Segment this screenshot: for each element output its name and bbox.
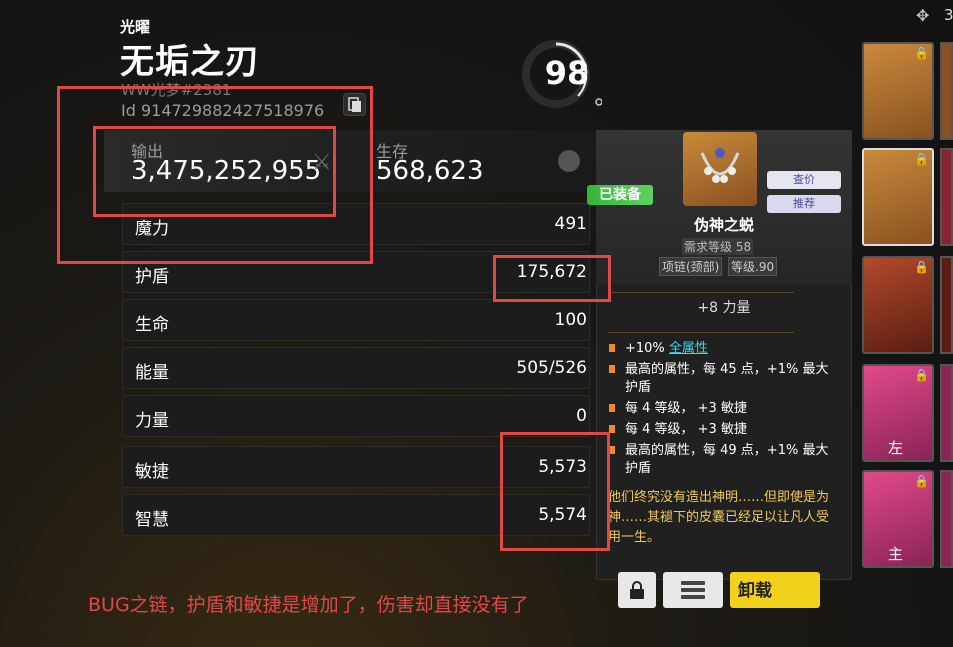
- slot-label: 左: [888, 439, 904, 457]
- annotation-box: [93, 126, 336, 217]
- inventory-slot-partial[interactable]: [940, 470, 953, 568]
- shield-icon: [558, 150, 580, 172]
- stat-name: 智慧: [135, 510, 169, 530]
- stat-value: 0: [576, 406, 587, 426]
- stat-name: 力量: [135, 411, 169, 431]
- item-required-level: 需求等级 58: [682, 238, 754, 255]
- menu-icon: [681, 581, 705, 599]
- divider: [608, 332, 794, 333]
- slot-label: 主: [888, 545, 904, 563]
- stat-row: 能量 505/526: [122, 347, 590, 389]
- item-affix: 最高的属性，每 45 点，+1% 最大护盾: [609, 361, 837, 397]
- inventory-slot[interactable]: 🔒: [862, 42, 934, 140]
- item-affix: 每 4 等级， +3 敏捷: [609, 400, 837, 418]
- stat-value: 100: [554, 310, 587, 330]
- stat-name: 能量: [135, 363, 169, 383]
- item-name: 伪神之蜕: [693, 216, 754, 234]
- recommend-button[interactable]: 推荐: [767, 195, 841, 213]
- stat-name: 敏捷: [135, 462, 169, 482]
- necklace-icon: [683, 132, 757, 206]
- compass-icon[interactable]: ✥: [916, 6, 929, 25]
- inventory-slot-selected[interactable]: 🔒: [862, 148, 934, 246]
- stat-value: 505/526: [516, 358, 587, 378]
- affix-bullet-icon: [609, 404, 615, 412]
- affix-text: 最高的属性，每 49 点，+1% 最大护盾: [625, 443, 829, 476]
- affix-link[interactable]: 全属性: [669, 341, 708, 356]
- stat-row: 生命 100: [122, 299, 590, 341]
- inventory-slot-partial[interactable]: [940, 42, 953, 140]
- character-level: 98: [544, 54, 590, 92]
- equipped-badge: 已装备: [587, 185, 653, 205]
- item-affix: 每 4 等级， +3 敏捷: [609, 421, 837, 439]
- item-type: 项链(颈部): [659, 257, 723, 276]
- inventory-slot[interactable]: 🔒 左: [862, 364, 934, 462]
- affix-bullet-icon: [609, 365, 615, 373]
- item-affix: 最高的属性，每 49 点，+1% 最大护盾: [609, 442, 837, 478]
- inventory-slot[interactable]: 🔒 主: [862, 470, 934, 568]
- unequip-button[interactable]: 卸载: [730, 572, 820, 608]
- affix-text: 每 4 等级， +3 敏捷: [625, 422, 747, 437]
- divider: [608, 292, 794, 293]
- item-affix: +10% 全属性: [609, 340, 837, 358]
- inventory-slot-partial[interactable]: [940, 256, 953, 354]
- annotation-box: [500, 432, 610, 551]
- lock-icon: 🔒: [914, 46, 929, 60]
- lock-icon: 🔒: [914, 152, 929, 166]
- lock-icon: 🔒: [914, 368, 929, 382]
- stat-row: 力量 0: [122, 395, 590, 437]
- lock-icon: [630, 581, 644, 599]
- annotation-caption: BUG之链，护盾和敏捷是增加了，伤害却直接没有了: [88, 594, 529, 616]
- character-name: 无垢之刃: [120, 42, 260, 82]
- stat-name: 护盾: [135, 267, 169, 287]
- inventory-slot-partial[interactable]: [940, 364, 953, 462]
- affix-bullet-icon: [609, 344, 615, 352]
- stat-value: 491: [554, 214, 587, 234]
- annotation-box: [493, 255, 611, 302]
- check-price-button[interactable]: 查价: [767, 171, 841, 189]
- lock-button[interactable]: [618, 572, 656, 608]
- affix-text: 每 4 等级， +3 敏捷: [625, 401, 747, 416]
- stat-name: 生命: [135, 315, 169, 335]
- item-lore: 他们终究没有造出神明……但即使是为神……其褪下的皮囊已经足以让凡人受用一生。: [608, 490, 830, 545]
- inventory-slot[interactable]: 🔒: [862, 256, 934, 354]
- lock-icon: 🔒: [914, 474, 929, 488]
- necklace-art: [700, 148, 740, 183]
- item-level: 等级.90: [728, 257, 778, 276]
- lock-icon: 🔒: [914, 260, 929, 274]
- affix-text: +10%: [625, 341, 669, 356]
- affix-text: 最高的属性，每 45 点，+1% 最大护盾: [625, 362, 829, 395]
- top-right-count: 3: [944, 6, 953, 24]
- more-menu-button[interactable]: [663, 572, 723, 608]
- item-main-stat: +8 力量: [697, 300, 751, 316]
- survival-value: 568,623: [376, 156, 484, 186]
- inventory-slot-partial[interactable]: [940, 148, 953, 246]
